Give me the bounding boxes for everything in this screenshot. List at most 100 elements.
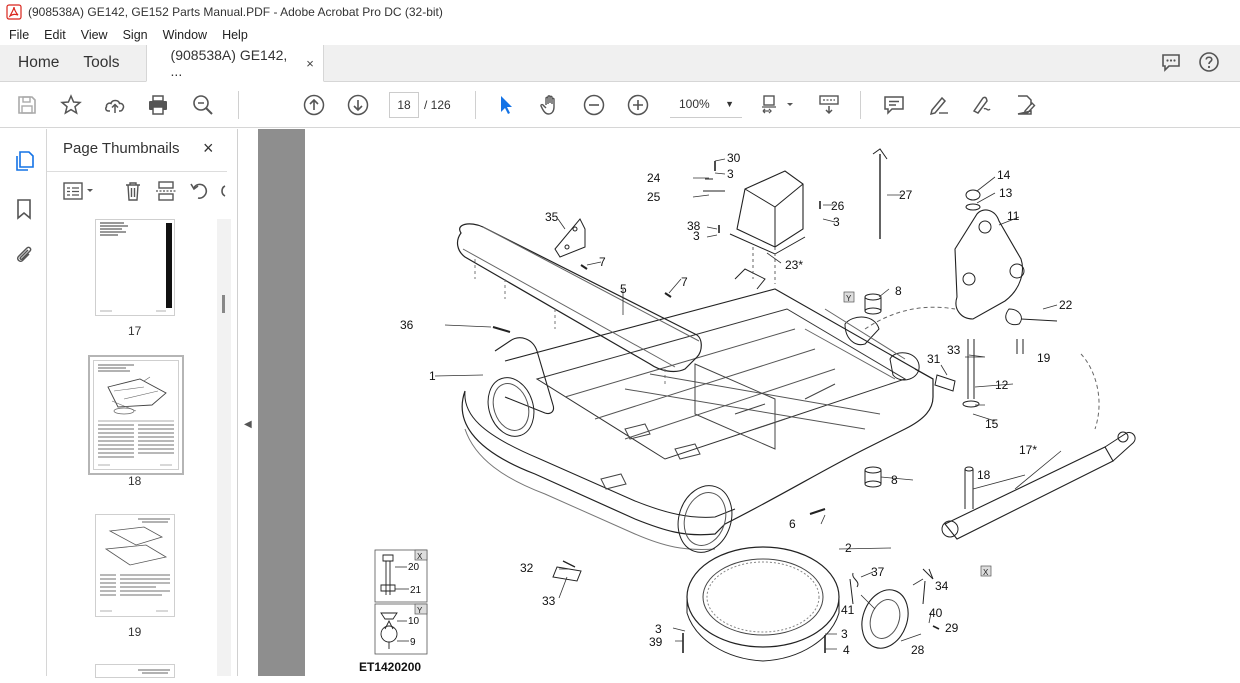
fill-sign-icon[interactable] — [970, 93, 994, 117]
insert-page-icon[interactable] — [155, 180, 177, 202]
callout: 28 — [911, 643, 925, 657]
callout: 4 — [843, 643, 850, 657]
callout: 36 — [400, 318, 414, 332]
menu-file[interactable]: File — [0, 28, 35, 42]
zoom-level-select[interactable]: 100% ▼ — [670, 92, 742, 118]
callout: 40 — [929, 606, 943, 620]
slewing-ring-drawing — [686, 546, 840, 662]
page-fit-icon[interactable] — [760, 93, 794, 117]
callout: 3 — [841, 627, 848, 641]
figure-id: ET1420200 — [359, 660, 421, 674]
menu-window[interactable]: Window — [154, 28, 213, 42]
tab-document[interactable]: (908538A) GE142, ... × — [145, 45, 324, 82]
detail-legend-y: Y 10 9 — [374, 603, 428, 655]
tabbar-right-icons — [1160, 51, 1220, 73]
bookmark-star-icon[interactable] — [59, 93, 83, 117]
legend-x-item: 21 — [410, 585, 422, 596]
callout: 3 — [833, 215, 840, 229]
scroll-mode-icon[interactable] — [817, 93, 841, 117]
comment-icon[interactable] — [882, 93, 906, 117]
upload-cloud-icon[interactable] — [103, 93, 127, 117]
menu-help[interactable]: Help — [213, 28, 254, 42]
callout: 3 — [693, 229, 700, 243]
menu-edit[interactable]: Edit — [35, 28, 72, 42]
scrollbar-thumb[interactable] — [222, 295, 225, 313]
page-number-input[interactable]: 18 — [389, 92, 419, 118]
cross-beam-drawing — [456, 223, 702, 384]
thumbnail-page-18[interactable] — [88, 355, 184, 475]
menu-view[interactable]: View — [72, 28, 114, 42]
page-thumbnails-panel: Page Thumbnails × 17 18 19 — [47, 129, 238, 678]
zoom-in-icon[interactable] — [626, 93, 650, 117]
tab-tools[interactable]: Tools — [77, 45, 137, 81]
thumbnail-options-icon[interactable] — [63, 180, 97, 202]
callout: 32 — [520, 561, 534, 575]
help-icon[interactable] — [1198, 51, 1220, 73]
tab-home[interactable]: Home — [0, 45, 77, 81]
bookmark-icon[interactable] — [12, 197, 36, 221]
legend-y-tag: Y — [417, 606, 423, 615]
acrobat-logo-icon — [6, 4, 22, 20]
callout: 5 — [620, 282, 627, 296]
title-bar: (908538A) GE142, GE152 Parts Manual.PDF … — [0, 0, 1240, 24]
collapse-arrow-icon[interactable]: ◀ — [244, 419, 252, 430]
callout: 12 — [995, 378, 1009, 392]
marker-y-label: Y — [846, 294, 852, 303]
zoom-out-icon[interactable] — [582, 93, 606, 117]
save-icon[interactable] — [15, 93, 39, 117]
callout: 30 — [727, 151, 741, 165]
leader-lines — [434, 158, 1062, 650]
thumbnail-page-17[interactable] — [95, 219, 175, 316]
thumbnail-page-19[interactable] — [95, 514, 175, 617]
menu-bar: File Edit View Sign Window Help — [0, 24, 1240, 45]
callout: 33 — [947, 343, 961, 357]
zoom-search-icon[interactable] — [191, 93, 215, 117]
callout-labels: 30 3 24 25 26 3 27 14 13 11 38 3 35 7 23… — [400, 151, 1073, 657]
menu-sign[interactable]: Sign — [114, 28, 154, 42]
callout: 8 — [895, 284, 902, 298]
legend-x-item: 20 — [408, 562, 420, 573]
toolbar-divider — [475, 91, 476, 119]
callout: 14 — [997, 168, 1011, 182]
tab-bar: Home Tools (908538A) GE142, ... × — [0, 45, 1240, 82]
swing-cylinder-drawing — [941, 353, 1136, 540]
callout: 33 — [542, 594, 556, 608]
highlight-pen-icon[interactable] — [926, 93, 950, 117]
attachment-paperclip-icon[interactable] — [12, 243, 36, 267]
callout: 37 — [871, 565, 885, 579]
delete-trash-icon[interactable] — [122, 180, 144, 202]
rotate-icon[interactable] — [188, 180, 210, 202]
thumbnail-scrollbar[interactable] — [217, 219, 231, 676]
print-icon[interactable] — [146, 93, 170, 117]
callout: 29 — [945, 621, 959, 635]
callout: 25 — [647, 190, 661, 204]
page-thumbnails-button[interactable] — [0, 139, 47, 183]
callout: 31 — [927, 352, 941, 366]
comment-bubble-icon[interactable] — [1160, 51, 1182, 73]
callout: 15 — [985, 417, 999, 431]
plate-drawing — [934, 374, 956, 392]
edit-pdf-icon[interactable] — [1013, 93, 1037, 117]
pdf-page: 30 3 24 25 26 3 27 14 13 11 38 3 35 7 23… — [305, 129, 1240, 676]
panel-toolbar — [47, 171, 227, 207]
panel-close-button[interactable]: × — [203, 138, 214, 159]
tab-close-button[interactable]: × — [298, 56, 323, 71]
callout: 3 — [727, 167, 734, 181]
bushing-drawing — [864, 293, 882, 488]
select-cursor-icon[interactable] — [494, 93, 518, 117]
document-viewport[interactable]: 30 3 24 25 26 3 27 14 13 11 38 3 35 7 23… — [258, 129, 1240, 676]
callout: 22 — [1059, 298, 1073, 312]
next-page-icon[interactable] — [346, 93, 370, 117]
parts-exploded-drawing: 30 3 24 25 26 3 27 14 13 11 38 3 35 7 23… — [359, 148, 1136, 674]
hand-tool-icon[interactable] — [538, 93, 562, 117]
callout: 11 — [1007, 209, 1020, 223]
rotate-more-icon[interactable] — [217, 180, 227, 202]
zoom-level-value: 100% — [679, 97, 710, 111]
callout: 26 — [831, 199, 845, 213]
panel-title: Page Thumbnails — [63, 140, 180, 157]
panel-collapse-strip[interactable]: ◀ — [238, 129, 258, 676]
marker-x-label: X — [983, 568, 989, 577]
toolbar-divider — [238, 91, 239, 119]
previous-page-icon[interactable] — [302, 93, 326, 117]
thumbnail-preview — [138, 669, 170, 674]
